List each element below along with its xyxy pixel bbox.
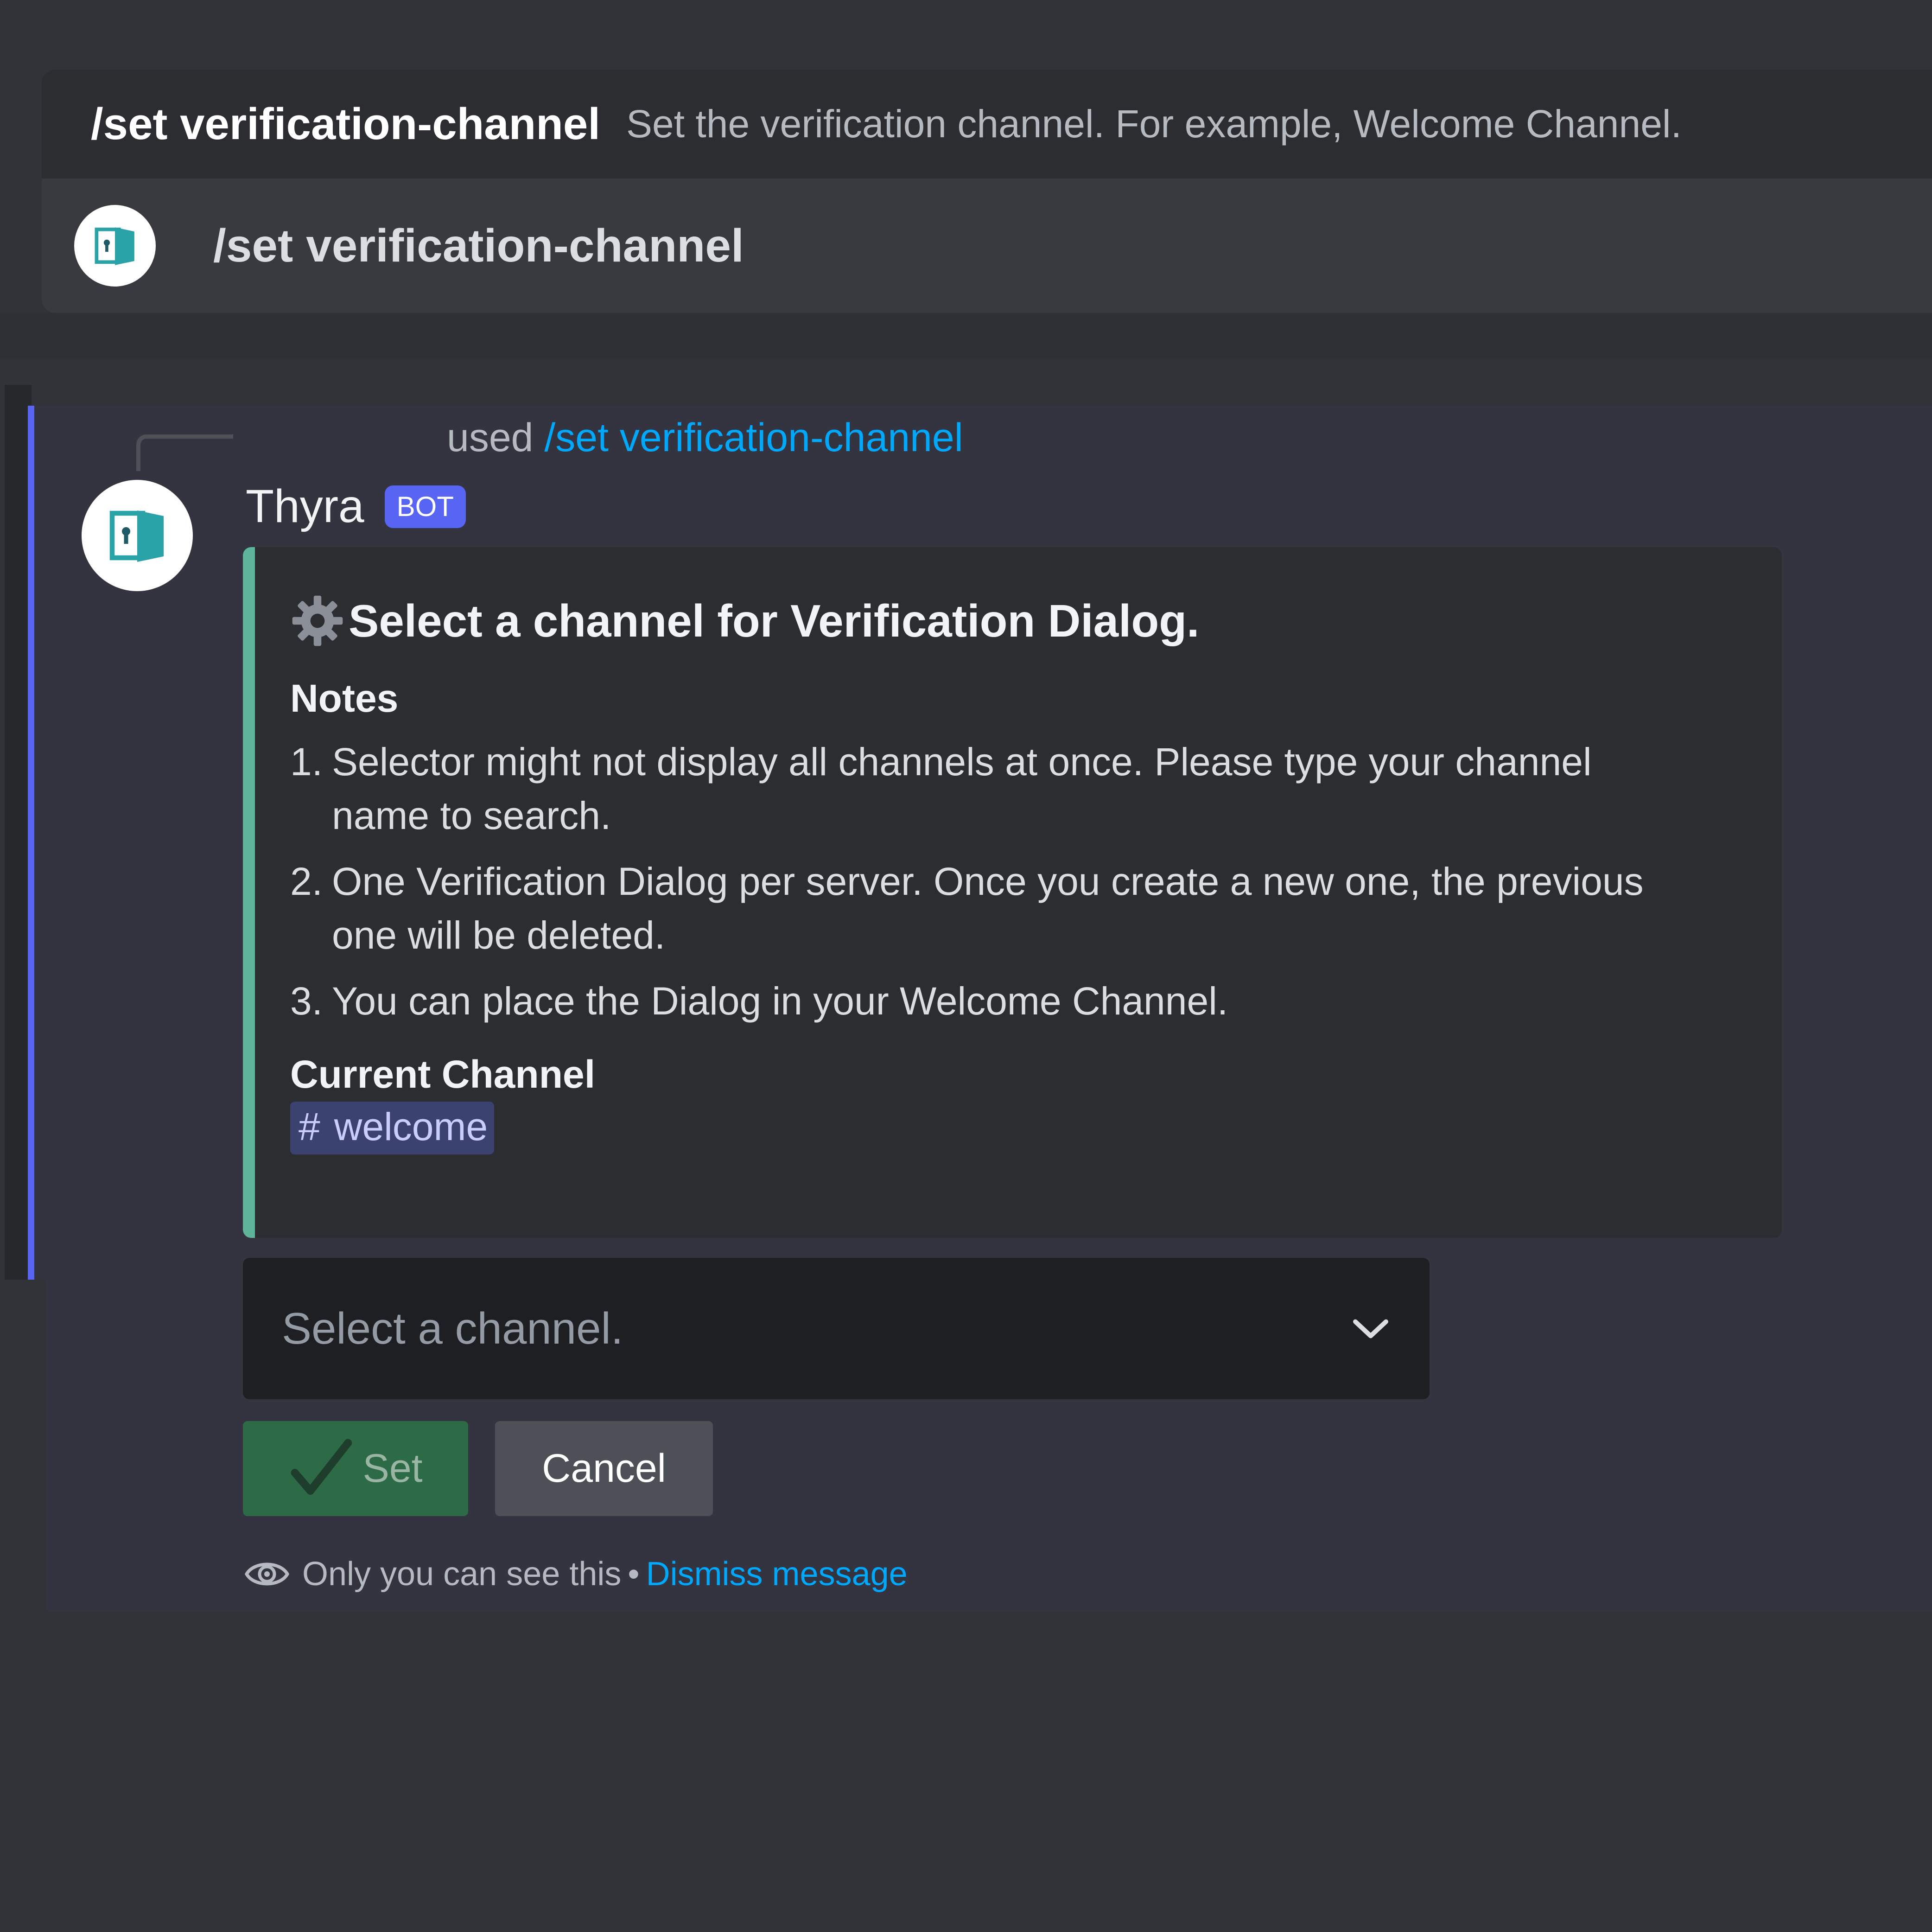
reply-context: used /set verification-channel: [447, 415, 963, 461]
current-channel-title: Current Channel: [290, 1052, 596, 1096]
author-row: Thyra BOT: [246, 480, 466, 533]
chevron-down-icon: [1353, 1319, 1388, 1338]
notes-list: 1. Selector might not display all channe…: [290, 735, 1782, 1028]
bot-tag: BOT: [384, 485, 466, 528]
app-avatar: [74, 205, 156, 287]
select-placeholder: Select a channel.: [282, 1303, 623, 1353]
check-icon: [291, 1439, 352, 1495]
hash-icon: #: [299, 1105, 320, 1148]
reply-command-link[interactable]: /set verification-channel: [544, 415, 963, 460]
divider-band: [0, 313, 1932, 359]
embed: Select a channel for Verification Dialog…: [243, 547, 1782, 1238]
ephemeral-text: Only you can see this: [302, 1556, 622, 1593]
door-logo-icon: [95, 227, 134, 265]
list-item: 3. You can place the Dialog in your Welc…: [290, 979, 1228, 1023]
command-option-label: /set verification-channel: [213, 219, 744, 272]
command-header: /set verification-channel Set the verifi…: [42, 70, 1932, 179]
set-button-label: Set: [362, 1446, 423, 1491]
cancel-button[interactable]: Cancel: [495, 1421, 713, 1516]
command-name: /set verification-channel: [91, 99, 600, 149]
avatar[interactable]: [82, 480, 193, 591]
separator: •: [628, 1556, 640, 1593]
message-tail: [28, 1280, 46, 1611]
gear-icon: [292, 595, 343, 646]
ephemeral-notice: Only you can see this • Dismiss message: [244, 1551, 908, 1597]
list-item: 1. Selector might not display all channe…: [290, 740, 1592, 837]
eye-icon: [244, 1562, 290, 1586]
door-logo-icon: [109, 510, 164, 562]
embed-title-row: Select a channel for Verification Dialog…: [290, 593, 1782, 648]
cancel-button-label: Cancel: [542, 1446, 666, 1491]
reply-used-text: used: [447, 415, 534, 460]
embed-title: Select a channel for Verification Dialog…: [349, 595, 1200, 646]
command-option[interactable]: /set verification-channel: [42, 179, 1932, 313]
notes-title: Notes: [290, 676, 399, 720]
channel-mention-label: welcome: [334, 1105, 488, 1148]
list-item: 2. One Verification Dialog per server. O…: [290, 860, 1644, 957]
set-button[interactable]: Set: [243, 1421, 468, 1516]
bot-message: used /set verification-channel Thyra BOT: [28, 406, 1932, 1611]
author-name[interactable]: Thyra: [246, 480, 364, 533]
dismiss-message-link[interactable]: Dismiss message: [646, 1555, 908, 1593]
channel-select[interactable]: Select a channel.: [243, 1258, 1430, 1399]
reply-connector: [136, 434, 233, 471]
command-autocomplete-popup: /set verification-channel Set the verifi…: [42, 70, 1932, 313]
channel-mention[interactable]: # welcome: [290, 1102, 495, 1154]
command-description: Set the verification channel. For exampl…: [626, 102, 1682, 146]
